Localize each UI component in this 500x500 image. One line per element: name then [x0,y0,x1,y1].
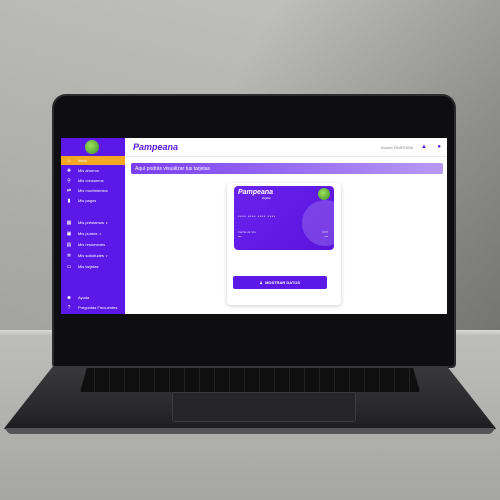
card-logo-icon [318,188,330,200]
keyboard [80,368,420,392]
chevron-down-icon: ▾ [106,220,108,225]
sidebar-item-label: Mis consumos [78,178,104,183]
laptop-screen: ⌂ Inicio ✚ Mis ahorros ⚲ Mis consumos ⇄ … [61,138,447,314]
chevron-down-icon: ▾ [99,231,101,236]
gift-icon: ▣ [66,230,72,237]
card-sub-brand: Digital [262,196,271,200]
sidebar-item-solicitudes[interactable]: ✲ Mis solicitudes ▾ [61,251,125,260]
help-person-icon: ☻ [66,294,72,301]
question-icon: ? [67,304,71,311]
show-data-button[interactable]: 🔒︎ MOSTRAR DATOS [233,276,327,289]
document-icon: ▤ [66,241,72,248]
sidebar-item-label: Ayuda [78,295,90,300]
brand-logo-icon [85,140,99,154]
touchpad [172,392,356,422]
piggy-icon: ✚ [66,167,72,174]
card-brand: Pampeana [238,189,274,196]
sidebar-item-puntos[interactable]: ▣ Mis puntos ▾ [61,229,125,238]
sidebar-item-movimientos[interactable]: ⇄ Mis movimientos [61,186,125,195]
sidebar-item-faq[interactable]: ? Preguntas Frecuentes [61,303,125,312]
sidebar-item-pagos[interactable]: ▮ Mis pagos [61,196,125,205]
sidebar-item-label: Mis movimientos [78,188,108,193]
top-bar: Pampeana Usuario PAMPEANA ▲ ● [125,138,447,157]
credit-card[interactable]: Pampeana Digital **** **** **** **** Fec… [234,186,334,250]
sidebar-item-inicio[interactable]: ⌂ Inicio [61,156,125,165]
sidebar-item-ahorros[interactable]: ✚ Mis ahorros [61,166,125,175]
card-panel: Pampeana Digital **** **** **** **** Fec… [227,183,341,305]
card-number: **** **** **** **** [238,214,276,219]
bell-icon[interactable]: ▲ [421,144,427,150]
sidebar-item-label: Mis puntos [78,231,98,236]
sidebar-item-label: Mis resúmenes [78,242,106,247]
card-expiry-label: Fecha de Vto [238,230,256,234]
sidebar-item-label: Mis ahorros [78,168,99,173]
sidebar-item-label: Mis préstamos [78,220,105,225]
sidebar-item-label: Mis solicitudes [78,253,105,258]
sidebar-item-resumenes[interactable]: ▤ Mis resúmenes [61,240,125,249]
transfer-icon: ⇄ [66,187,72,194]
bank-icon: ▦ [66,219,72,226]
user-name: Usuario PAMPEANA [380,146,413,150]
sidebar-item-label: Mis pagos [78,198,97,203]
page-banner: Aquí podrás visualizar tus tarjetas [131,163,443,174]
sidebar-item-label: Preguntas Frecuentes [78,305,118,310]
sidebar-item-prestamos[interactable]: ▦ Mis préstamos ▾ [61,218,125,227]
card-swoosh-decoration [302,200,334,246]
user-icon[interactable]: ● [437,144,441,150]
card-cvv-value: *** [324,235,328,239]
lock-icon: 🔒︎ [259,280,263,285]
card-cvv-label: CVV [321,230,328,234]
card-expiry-value: *** [238,235,242,239]
brand-logo[interactable]: Pampeana [133,142,178,152]
receipt-icon: ▮ [67,197,71,204]
laptop-front-edge [6,428,494,434]
sidebar-item-tarjetas[interactable]: ▭ Mis tarjetas [61,262,125,271]
card-icon: ▭ [66,263,72,270]
sidebar: ⌂ Inicio ✚ Mis ahorros ⚲ Mis consumos ⇄ … [61,138,125,314]
show-data-label: MOSTRAR DATOS [265,280,301,285]
sidebar-item-consumos[interactable]: ⚲ Mis consumos [61,176,125,185]
search-icon: ⚲ [67,177,71,184]
home-icon: ⌂ [67,157,71,164]
chevron-down-icon: ▾ [106,253,108,258]
banner-text: Aquí podrás visualizar tus tarjetas [135,165,211,172]
sidebar-item-ayuda[interactable]: ☻ Ayuda [61,293,125,302]
sidebar-item-label: Inicio [78,158,88,163]
sidebar-item-label: Mis tarjetas [78,264,99,269]
gear-icon: ✲ [66,252,72,259]
